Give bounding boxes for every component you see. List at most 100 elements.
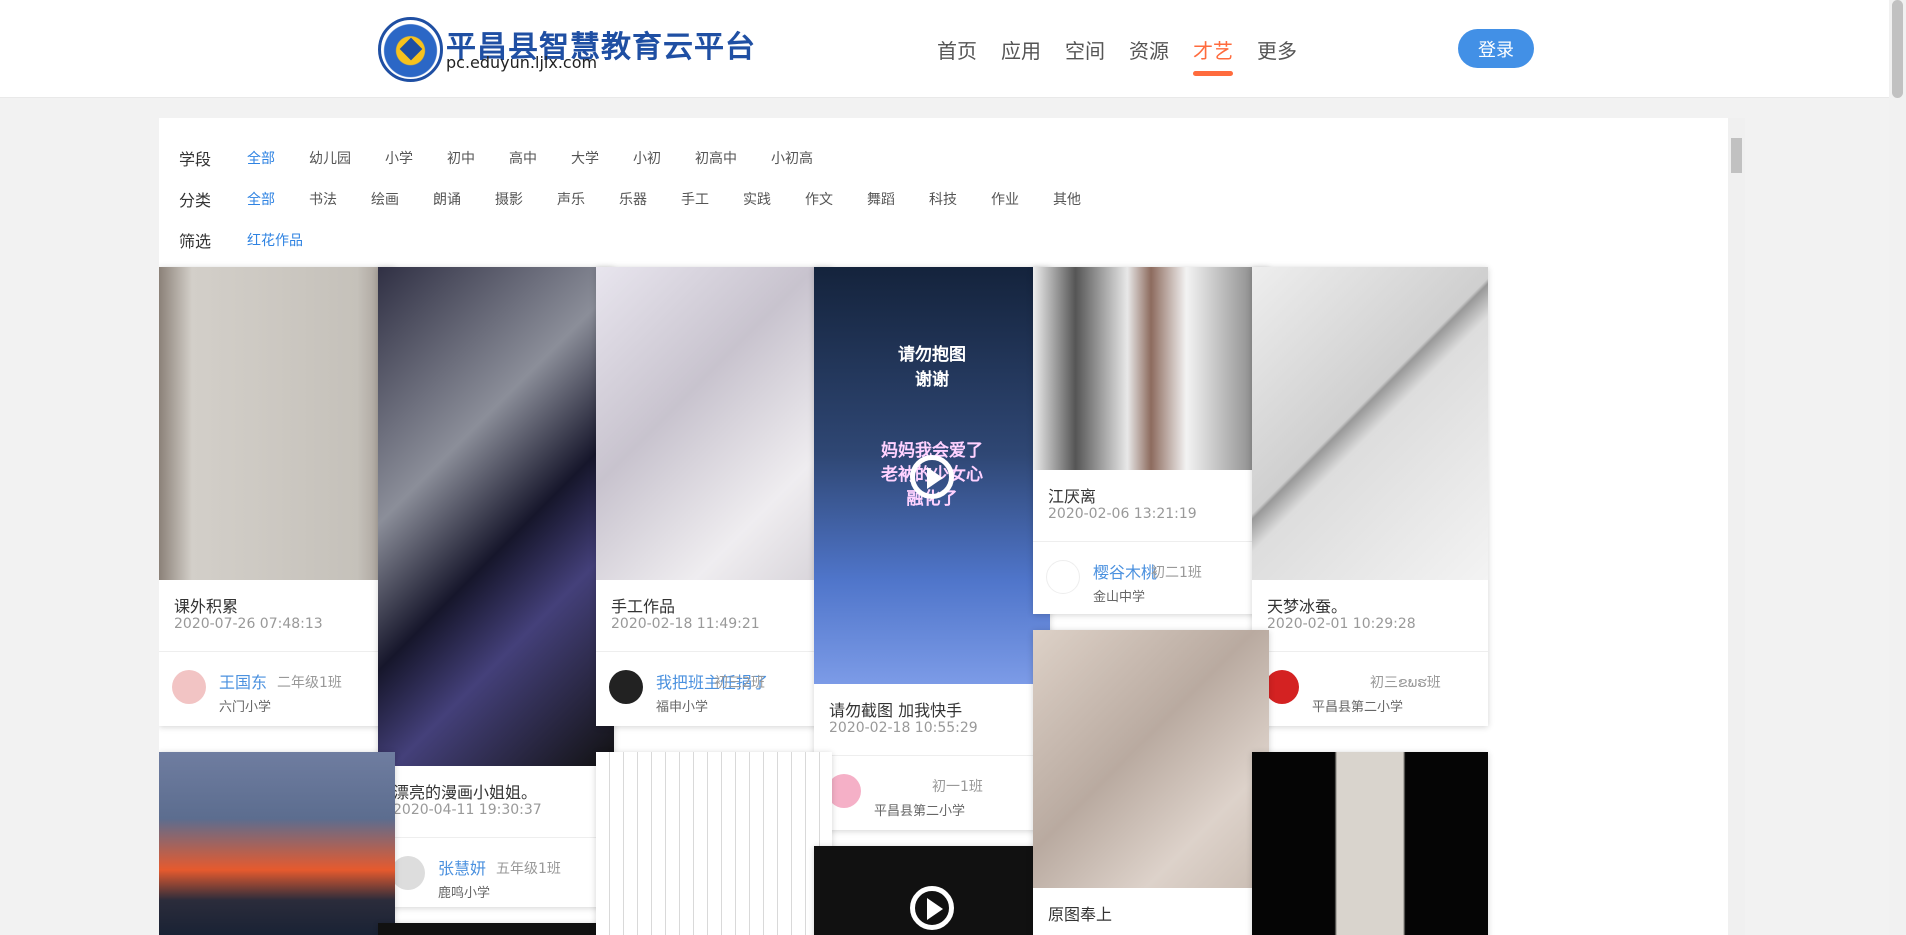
work-card[interactable]: 手工作品 2020-02-18 11:49:21 我把班主任捐了 初三2班 福申小学 [596,267,832,726]
nav-resources[interactable]: 资源 [1129,35,1169,64]
author-class: 五年级1班 [496,861,561,877]
stage-primary-junior[interactable]: 小初 [633,148,661,168]
work-thumbnail[interactable] [1033,630,1269,888]
nav-more[interactable]: 更多 [1257,35,1297,64]
top-navigation: 平昌县智慧教育云平台 pc.eduyun.ljlx.com 首页 应用 空间 资… [0,0,1906,98]
work-card[interactable] [596,752,832,935]
content-scroll-thumb[interactable] [1731,138,1742,173]
work-title[interactable]: 漂亮的漫画小姐姐。 [393,766,599,802]
education-logo-icon[interactable] [378,17,443,82]
category-painting[interactable]: 绘画 [371,189,399,209]
stage-junior-high[interactable]: 初高中 [695,148,737,168]
stage-filter-row: 学段 全部 幼儿园 小学 初中 高中 大学 小初 初高中 小初高 [179,137,1115,178]
author-class: 初一1班 [932,779,983,795]
work-title[interactable]: 手工作品 [611,580,817,616]
nav-space[interactable]: 空间 [1065,35,1105,64]
avatar[interactable] [827,774,861,808]
author-class: 二年级1班 [277,675,342,691]
work-thumbnail[interactable] [1033,267,1269,470]
nav-home[interactable]: 首页 [937,35,977,64]
avatar[interactable] [1046,560,1080,594]
work-date: 2020-02-18 11:49:21 [611,616,760,632]
video-card[interactable]: 请勿抱图 谢谢 妈妈我会爱了 老衲的少女心 融化了 请勿截图 加我快手 2020-… [814,267,1050,830]
work-card[interactable] [159,752,395,935]
play-icon[interactable] [910,886,954,930]
category-calligraphy[interactable]: 书法 [309,189,337,209]
work-thumbnail[interactable] [159,267,395,580]
stage-label: 学段 [179,149,212,169]
work-thumbnail[interactable] [159,752,395,935]
category-filter-row: 分类 全部 书法 绘画 朗诵 摄影 声乐 乐器 手工 实践 作文 舞蹈 科技 作… [179,178,1115,219]
talent-card-grid: 课外积累 2020-07-26 07:48:13 王国东 二年级1班 六门小学 漂亮的… [159,267,1727,935]
work-card[interactable] [1252,752,1488,935]
nav-talent[interactable]: 才艺 [1193,35,1233,76]
stage-kindergarten[interactable]: 幼儿园 [309,148,351,168]
category-all[interactable]: 全部 [247,189,275,209]
author-school: 金山中学 [1093,590,1146,605]
login-button[interactable]: 登录 [1458,29,1534,68]
work-thumbnail[interactable] [378,923,614,935]
author-info: 我把班主任捐了 初三2班 福申小学 [596,651,832,722]
category-handcraft[interactable]: 手工 [681,189,709,209]
stage-university[interactable]: 大学 [571,148,599,168]
avatar[interactable] [391,856,425,890]
author-info: 王国东 二年级1班 六门小学 [159,651,395,722]
category-recitation[interactable]: 朗诵 [433,189,461,209]
work-card[interactable]: 江厌离 2020-02-06 13:21:19 樱谷木桃 初二1班 金山中学 [1033,267,1269,614]
stage-all-levels[interactable]: 小初高 [771,148,813,168]
category-writing[interactable]: 作文 [805,189,833,209]
author-name[interactable]: 王国东 [219,669,267,693]
content-scrollbar[interactable] [1728,118,1745,935]
page-scrollbar[interactable] [1889,0,1906,935]
avatar[interactable] [172,670,206,704]
main-nav: 首页 应用 空间 资源 才艺 更多 [937,35,1297,76]
author-name[interactable]: 樱谷木桃 [1093,559,1157,583]
category-practice[interactable]: 实践 [743,189,771,209]
author-school: 鹿鸣小学 [438,886,491,901]
work-title[interactable]: 天梦冰蚕。 [1267,580,1473,616]
work-thumbnail[interactable] [1252,267,1488,580]
stage-all[interactable]: 全部 [247,148,275,168]
video-thumbnail[interactable] [814,846,1050,935]
avatar[interactable] [609,670,643,704]
author-school: 六门小学 [219,700,272,715]
stage-junior[interactable]: 初中 [447,148,475,168]
category-homework[interactable]: 作业 [991,189,1019,209]
work-title[interactable]: 江厌离 [1048,470,1254,506]
site-url[interactable]: pc.eduyun.ljlx.com [446,53,597,72]
work-date: 2020-02-06 13:21:19 [1048,506,1197,522]
author-name[interactable]: 张慧妍 [438,855,486,879]
category-photography[interactable]: 摄影 [495,189,523,209]
work-card[interactable]: 漂亮的漫画小姐姐。 2020-04-11 19:30:37 张慧妍 五年级1班 鹿鸣小… [378,267,614,907]
stage-high[interactable]: 高中 [509,148,537,168]
work-thumbnail[interactable] [378,267,614,766]
author-school: 平昌县第二小学 [1312,700,1404,715]
video-card[interactable] [814,846,1050,935]
author-class: 初三2班 [714,675,765,691]
work-card[interactable]: 原图奉上 [1033,630,1269,935]
category-vocal[interactable]: 声乐 [557,189,585,209]
video-thumbnail-caption: 请勿抱图 [898,345,966,365]
category-instrument[interactable]: 乐器 [619,189,647,209]
category-dance[interactable]: 舞蹈 [867,189,895,209]
video-thumbnail[interactable]: 请勿抱图 谢谢 妈妈我会爱了 老衲的少女心 融化了 [814,267,1050,684]
avatar[interactable] [1265,670,1299,704]
work-card[interactable] [378,923,614,935]
work-title[interactable]: 原图奉上 [1048,888,1254,924]
nav-apps[interactable]: 应用 [1001,35,1041,64]
play-icon[interactable] [910,455,954,499]
work-thumbnail[interactable] [596,752,832,935]
category-technology[interactable]: 科技 [929,189,957,209]
work-card[interactable]: 课外积累 2020-07-26 07:48:13 王国东 二年级1班 六门小学 [159,267,395,726]
work-thumbnail[interactable] [1252,752,1488,935]
work-card[interactable]: 天梦冰蚕。 2020-02-01 10:29:28 初三ຂພຮ班 平昌县第二小学 [1252,267,1488,726]
work-title[interactable]: 课外积累 [174,580,380,616]
work-thumbnail[interactable] [596,267,832,580]
work-title[interactable]: 请勿截图 加我快手 [829,684,1035,720]
red-flower-filter[interactable]: 红花作品 [247,230,303,250]
category-other[interactable]: 其他 [1053,189,1081,209]
page-scroll-thumb[interactable] [1892,0,1903,98]
author-info: 初三ຂພຮ班 平昌县第二小学 [1252,651,1488,722]
stage-primary[interactable]: 小学 [385,148,413,168]
filter-row: 筛选 红花作品 [179,219,1115,260]
